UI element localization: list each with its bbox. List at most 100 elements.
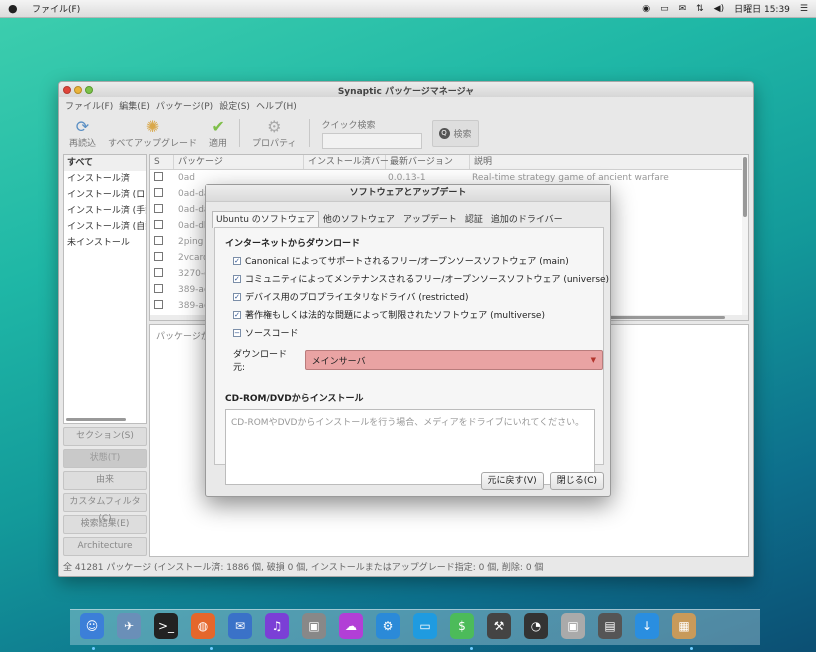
checkmark-icon: ✔ — [211, 116, 225, 136]
download-icon[interactable]: ↓ — [635, 613, 659, 639]
software-updates-dialog: ソフトウェアとアップデート Ubuntu のソフトウェア 他のソフトウェア アッ… — [205, 184, 611, 497]
tab-ubuntu-software[interactable]: Ubuntu のソフトウェア — [212, 211, 319, 228]
search-results-button[interactable]: 検索結果(E) — [63, 515, 147, 534]
checkbox-icon[interactable]: ✓ — [233, 274, 241, 283]
checkbox-restricted[interactable]: ✓ デバイス用のプロプライエタリなドライバ (restricted) — [233, 290, 603, 303]
internet-download-heading: インターネットからダウンロード — [225, 239, 361, 249]
toolbar: ⟳ 再読込 ✺ すべてアップグレード ✔ 適用 ⚙ プロパティ クイック検索 Q… — [59, 113, 753, 153]
menu-package[interactable]: パッケージ(P) — [156, 99, 213, 112]
firefox-icon[interactable]: ◍ — [191, 613, 215, 639]
cloud-icon[interactable]: ☁ — [339, 613, 363, 639]
tab-other-software[interactable]: 他のソフトウェア — [319, 211, 399, 228]
reload-icon: ⟳ — [75, 116, 90, 136]
properties-button[interactable]: ⚙ プロパティ — [248, 116, 300, 149]
photo-icon[interactable]: ⚒ — [487, 613, 511, 639]
network-icon[interactable]: ⇅ — [696, 4, 704, 14]
col-package[interactable]: パッケージ — [174, 155, 304, 169]
row-checkbox[interactable] — [154, 236, 163, 245]
contacts-icon[interactable]: ▣ — [302, 613, 326, 639]
revert-button[interactable]: 元に戻す(V) — [480, 472, 544, 490]
upgrade-all-button[interactable]: ✺ すべてアップグレード — [104, 117, 201, 149]
row-checkbox[interactable] — [154, 284, 163, 293]
filter-item[interactable]: インストール済 (ロー — [64, 187, 146, 203]
quick-search: クイック検索 — [321, 118, 422, 149]
reload-button[interactable]: ⟳ 再読込 — [65, 116, 100, 149]
tab-updates[interactable]: アップデート — [399, 211, 461, 228]
tab-additional-drivers[interactable]: 追加のドライバー — [487, 211, 567, 228]
menu-help[interactable]: ヘルプ(H) — [256, 99, 297, 112]
mail-icon[interactable]: ✉ — [679, 4, 687, 14]
app-store-icon[interactable]: ⚙ — [376, 613, 400, 639]
col-description[interactable]: 説明 — [470, 155, 748, 169]
filter-item[interactable]: インストール済 (自動 — [64, 219, 146, 235]
architecture-button[interactable]: Architecture — [63, 537, 147, 556]
menu-settings[interactable]: 設定(S) — [219, 99, 250, 112]
checkbox-multiverse[interactable]: ✓ 著作権もしくは法的な問題によって制限されたソフトウェア (multivers… — [233, 308, 603, 321]
table-vscroll[interactable] — [742, 155, 748, 320]
finder-icon[interactable]: ☺ — [80, 613, 104, 639]
record-icon[interactable]: ◉ — [642, 4, 650, 14]
quick-search-input[interactable] — [321, 132, 422, 149]
origin-button[interactable]: 由来 — [63, 471, 147, 490]
filter-item[interactable]: インストール済 — [64, 171, 146, 187]
chevron-down-icon: ▼ — [590, 356, 596, 364]
filter-scrollbar[interactable] — [66, 418, 126, 421]
status-button[interactable]: 状態(T) — [63, 449, 147, 468]
volume-icon[interactable]: ◀) — [714, 4, 724, 14]
custom-filter-button[interactable]: カスタムフィルタ(C) — [63, 493, 147, 524]
filter-item[interactable]: 未インストール — [64, 235, 146, 251]
col-status[interactable]: S — [150, 155, 174, 169]
itunes-icon[interactable]: ♫ — [265, 613, 289, 639]
row-checkbox[interactable] — [154, 188, 163, 197]
description-text: パッケージが — [156, 332, 210, 342]
sections-button[interactable]: セクション(S) — [63, 427, 147, 446]
filter-item[interactable]: すべて — [64, 155, 146, 171]
download-server-select[interactable]: メインサーバ ▼ — [304, 350, 603, 370]
search-button[interactable]: Q 検索 — [431, 119, 479, 147]
row-checkbox[interactable] — [154, 300, 163, 309]
clock[interactable]: 日曜日 15:39 — [734, 2, 790, 15]
filter-item[interactable]: インストール済 (手動 — [64, 203, 146, 219]
checkbox-source-code[interactable]: − ソースコード — [233, 326, 603, 339]
col-latest[interactable]: 最新バージョン — [386, 155, 470, 169]
media-icon[interactable]: ▤ — [598, 613, 622, 639]
gear-icon: ⚙ — [267, 116, 282, 136]
row-checkbox[interactable] — [154, 220, 163, 229]
download-from-row: ダウンロード元: メインサーバ ▼ — [233, 347, 603, 373]
running-indicator — [690, 647, 693, 650]
file-menu[interactable]: ファイル(F) — [32, 2, 80, 15]
display-icon[interactable]: ▭ — [413, 613, 437, 639]
toolbar-separator — [239, 119, 241, 147]
installer-icon[interactable]: ▦ — [672, 613, 696, 639]
menu-file[interactable]: ファイル(F) — [65, 99, 113, 112]
close-button[interactable]: 閉じる(C) — [549, 472, 604, 490]
search-icon: Q — [438, 127, 450, 139]
keyboard-icon[interactable]: ▭ — [660, 4, 669, 14]
thunderbird-icon[interactable]: ✉ — [228, 613, 252, 639]
table-vscroll-thumb[interactable] — [743, 157, 747, 217]
window-title: Synaptic パッケージマネージャ — [337, 87, 475, 97]
checkbox-icon[interactable]: ✓ — [233, 292, 241, 301]
launchpad-icon[interactable]: ✈ — [117, 613, 141, 639]
checkbox-universe[interactable]: ✓ コミュニティによってメンテナンスされるフリー/オープンソースソフトウェア (… — [233, 272, 609, 285]
row-checkbox[interactable] — [154, 204, 163, 213]
trash-icon[interactable]: ◔ — [524, 613, 548, 639]
checkbox-icon[interactable]: ✓ — [233, 256, 241, 265]
camera-icon[interactable]: ▣ — [561, 613, 585, 639]
tab-authentication[interactable]: 認証 — [461, 211, 487, 228]
row-checkbox[interactable] — [154, 268, 163, 277]
left-pane: すべて インストール済 インストール済 (ロー インストール済 (手動 インスト… — [63, 154, 147, 559]
settings-icon[interactable]: $ — [450, 613, 474, 639]
checkbox-icon[interactable]: ✓ — [233, 310, 241, 319]
apply-button[interactable]: ✔ 適用 — [205, 116, 231, 149]
row-checkbox[interactable] — [154, 172, 163, 181]
row-checkbox[interactable] — [154, 252, 163, 261]
terminal-icon[interactable]: >_ — [154, 613, 178, 639]
apple-icon[interactable]: ● — [8, 2, 22, 15]
checkbox-main[interactable]: ✓ Canonical によってサポートされるフリー/オープンソースソフトウェア… — [233, 254, 603, 267]
checkbox-icon[interactable]: − — [233, 328, 241, 337]
menu-list-icon[interactable]: ☰ — [800, 4, 808, 14]
dialog-tabs: Ubuntu のソフトウェア 他のソフトウェア アップデート 認証 追加のドライ… — [206, 211, 610, 228]
menu-edit[interactable]: 編集(E) — [119, 99, 150, 112]
col-installed[interactable]: インストール済バー — [304, 155, 389, 169]
